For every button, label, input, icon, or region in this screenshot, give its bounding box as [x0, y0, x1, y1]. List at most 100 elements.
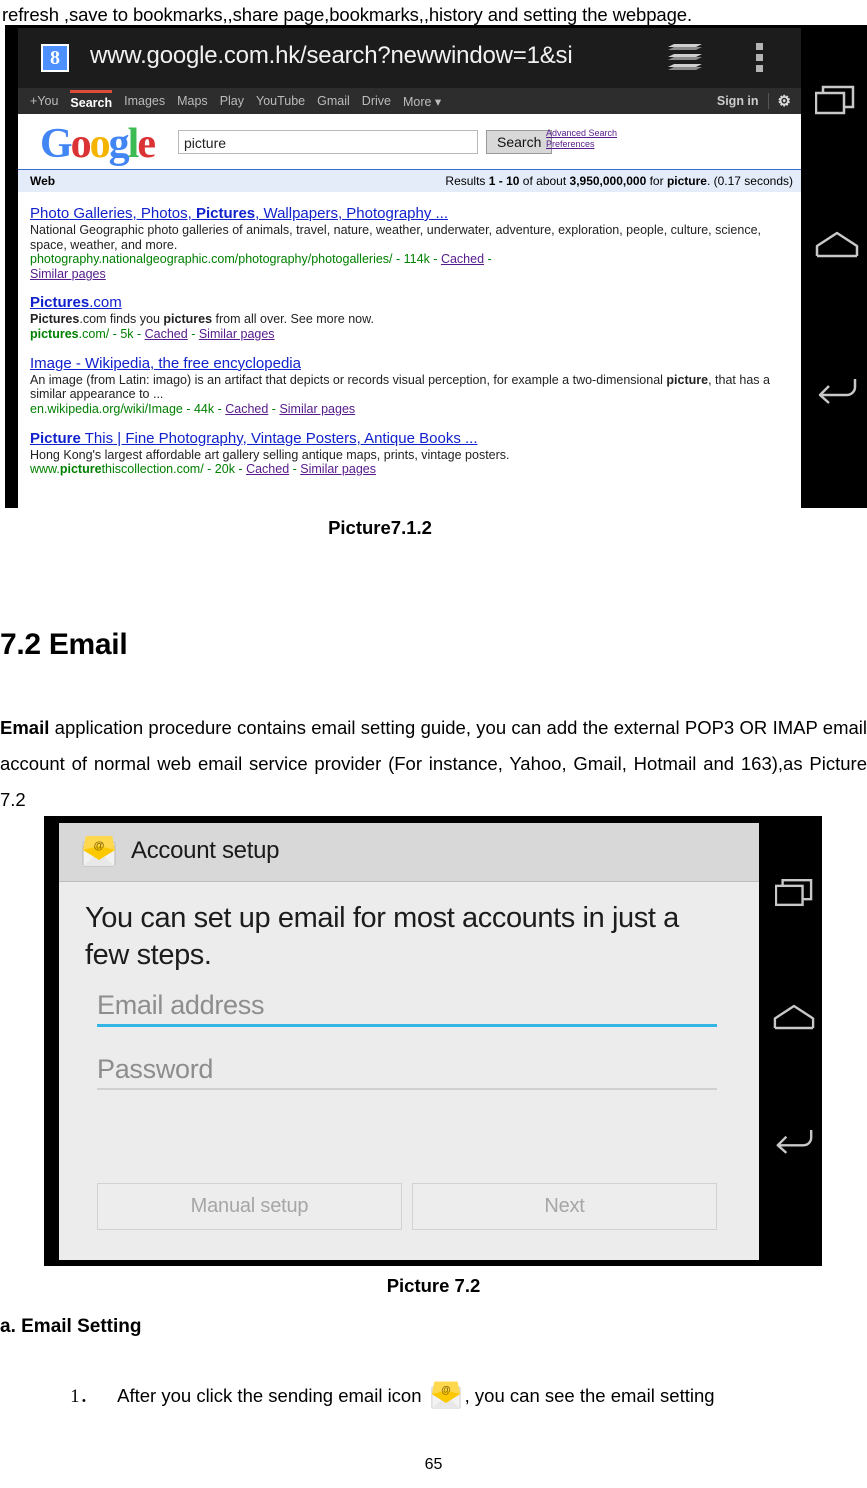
- password-field[interactable]: Password: [97, 1054, 717, 1090]
- results-time: . (0.17 seconds): [706, 174, 793, 188]
- google-favicon-icon: 8: [41, 44, 69, 72]
- email-address-field[interactable]: Email address: [97, 990, 717, 1027]
- android-navigation-bar: [801, 25, 867, 508]
- cached-link[interactable]: Cached: [145, 327, 188, 341]
- result-title-bold: Pictures: [195, 205, 256, 222]
- result-size: 44k: [193, 401, 215, 416]
- result-url-rest: .com/: [78, 326, 110, 341]
- result-description: Pictures.com finds you pictures from all…: [30, 312, 789, 327]
- sign-in-link[interactable]: Sign in: [717, 94, 759, 108]
- nav-link-maps[interactable]: Maps: [177, 94, 208, 108]
- results-info-bar: Web Results 1 - 10 of about 3,950,000,00…: [18, 169, 801, 193]
- nav-separator: [767, 93, 769, 109]
- results-list: Photo Galleries, Photos, Pictures, Wallp…: [18, 193, 801, 477]
- result-url-line: www.picturethiscollection.com/ - 20k - C…: [30, 462, 376, 476]
- result-url-bold: pictures: [30, 326, 79, 341]
- advanced-search-link[interactable]: Advanced Search: [546, 128, 617, 139]
- browser-viewport: 8 www.google.com.hk/search?newwindow=1&s…: [18, 28, 801, 510]
- result-url-rest: thiscollection.com/: [101, 462, 204, 476]
- menu-dot: [756, 54, 763, 61]
- home-icon[interactable]: [815, 230, 859, 265]
- gear-icon[interactable]: ⚙: [778, 92, 791, 110]
- google-nav-right: Sign in ⚙: [717, 88, 791, 114]
- email-setup-screenshot-figure: @ Account setup You can set up email for…: [44, 816, 822, 1266]
- result-url-pre: www.: [30, 462, 60, 476]
- results-count-pre: Results: [445, 174, 489, 188]
- cached-link[interactable]: Cached: [441, 252, 484, 266]
- result-description: National Geographic photo galleries of a…: [30, 223, 761, 252]
- page-number: 65: [424, 1456, 443, 1473]
- google-search-header: Google picture Search Advanced Search Pr…: [18, 114, 801, 169]
- nav-link-gmail[interactable]: Gmail: [317, 94, 350, 108]
- email-app-viewport: @ Account setup You can set up email for…: [59, 823, 759, 1260]
- result-title-post: This | Fine Photography, Vintage Posters…: [80, 429, 478, 447]
- url-text[interactable]: www.google.com.hk/search?newwindow=1&si: [90, 42, 650, 70]
- password-field-underline: [97, 1088, 717, 1090]
- result-url-bold: picture: [59, 462, 102, 476]
- results-count: Results 1 - 10 of about 3,950,000,000 fo…: [445, 174, 793, 188]
- figure-caption-2: Picture 7.2: [386, 1275, 481, 1296]
- nav-link-youtube[interactable]: YouTube: [256, 94, 305, 108]
- nav-link-play[interactable]: Play: [220, 94, 244, 108]
- cached-link[interactable]: Cached: [246, 462, 289, 476]
- tab-stack-icon[interactable]: [668, 44, 702, 72]
- similar-pages-link[interactable]: Similar pages: [30, 267, 789, 281]
- intro-paragraph: refresh ,save to bookmarks,,share page,b…: [0, 0, 867, 28]
- result-url: en.wikipedia.org/wiki/Image: [30, 401, 183, 416]
- cached-link[interactable]: Cached: [225, 402, 268, 416]
- desc-pre: An image (from Latin: imago) is an artif…: [30, 372, 667, 387]
- results-query: picture: [666, 174, 707, 188]
- similar-pages-link[interactable]: Similar pages: [279, 402, 355, 416]
- back-icon[interactable]: [815, 375, 859, 410]
- search-button[interactable]: Search: [486, 130, 553, 154]
- email-title-bar: @ Account setup: [59, 823, 759, 882]
- home-icon[interactable]: [773, 1003, 815, 1037]
- results-total: 3,950,000,000: [569, 174, 647, 188]
- search-input[interactable]: picture: [178, 130, 478, 154]
- search-result-item: Picture This | Fine Photography, Vintage…: [30, 430, 789, 478]
- recents-icon[interactable]: [774, 878, 813, 912]
- result-url-line: photography.nationalgeographic.com/photo…: [30, 252, 492, 266]
- manual-setup-button[interactable]: Manual setup: [97, 1183, 402, 1230]
- menu-dot: [756, 65, 763, 72]
- list-item-text-before: After you click the sending email icon: [117, 1385, 422, 1406]
- search-result-item: Image - Wikipedia, the free encyclopedia…: [30, 355, 789, 417]
- result-size: 114k: [403, 252, 430, 266]
- preferences-link[interactable]: Preferences: [546, 139, 617, 150]
- result-title-pre: Photo Galleries, Photos,: [30, 205, 196, 222]
- back-icon[interactable]: [773, 1126, 815, 1160]
- result-title-bold: Picture: [30, 429, 81, 447]
- logo-char: l: [127, 121, 140, 167]
- result-title[interactable]: Pictures.com: [30, 294, 789, 312]
- nav-link-more[interactable]: More ▾: [403, 94, 441, 109]
- browser-url-bar: 8 www.google.com.hk/search?newwindow=1&s…: [18, 28, 801, 88]
- search-result-item: Photo Galleries, Photos, Pictures, Wallp…: [30, 205, 789, 281]
- results-tab-web[interactable]: Web: [30, 174, 55, 188]
- figure-caption-1: Picture7.1.2: [328, 517, 432, 538]
- email-address-placeholder: Email address: [97, 990, 265, 1020]
- desc-bold2: pictures: [163, 312, 213, 326]
- overflow-menu-icon[interactable]: [756, 43, 764, 73]
- next-button[interactable]: Next: [412, 1183, 717, 1230]
- email-setup-body: You can set up email for most accounts i…: [59, 882, 759, 1260]
- result-title[interactable]: Photo Galleries, Photos, Pictures, Wallp…: [30, 205, 789, 223]
- recents-icon[interactable]: [814, 85, 855, 120]
- similar-pages-link[interactable]: Similar pages: [300, 462, 376, 476]
- nav-link-images[interactable]: Images: [124, 94, 165, 108]
- result-description: An image (from Latin: imago) is an artif…: [30, 373, 789, 402]
- nav-link-search[interactable]: Search: [70, 89, 113, 110]
- logo-char: e: [137, 121, 156, 167]
- desc-post: from all over. See more now.: [212, 312, 374, 326]
- list-item-text-after: , you can see the email setting: [464, 1385, 715, 1406]
- section-heading-7-2: 7.2 Email: [0, 628, 128, 661]
- advanced-links: Advanced Search Preferences: [546, 128, 617, 150]
- logo-char: o: [89, 121, 111, 167]
- result-title[interactable]: Picture This | Fine Photography, Vintage…: [30, 430, 789, 448]
- result-title[interactable]: Image - Wikipedia, the free encyclopedia: [30, 355, 789, 373]
- svg-text:@: @: [441, 1385, 450, 1396]
- similar-pages-link[interactable]: Similar pages: [199, 327, 275, 341]
- nav-link-plus-you[interactable]: +You: [30, 94, 58, 108]
- nav-link-drive[interactable]: Drive: [362, 94, 391, 108]
- results-count-for: for: [646, 174, 667, 188]
- svg-text:@: @: [94, 840, 105, 852]
